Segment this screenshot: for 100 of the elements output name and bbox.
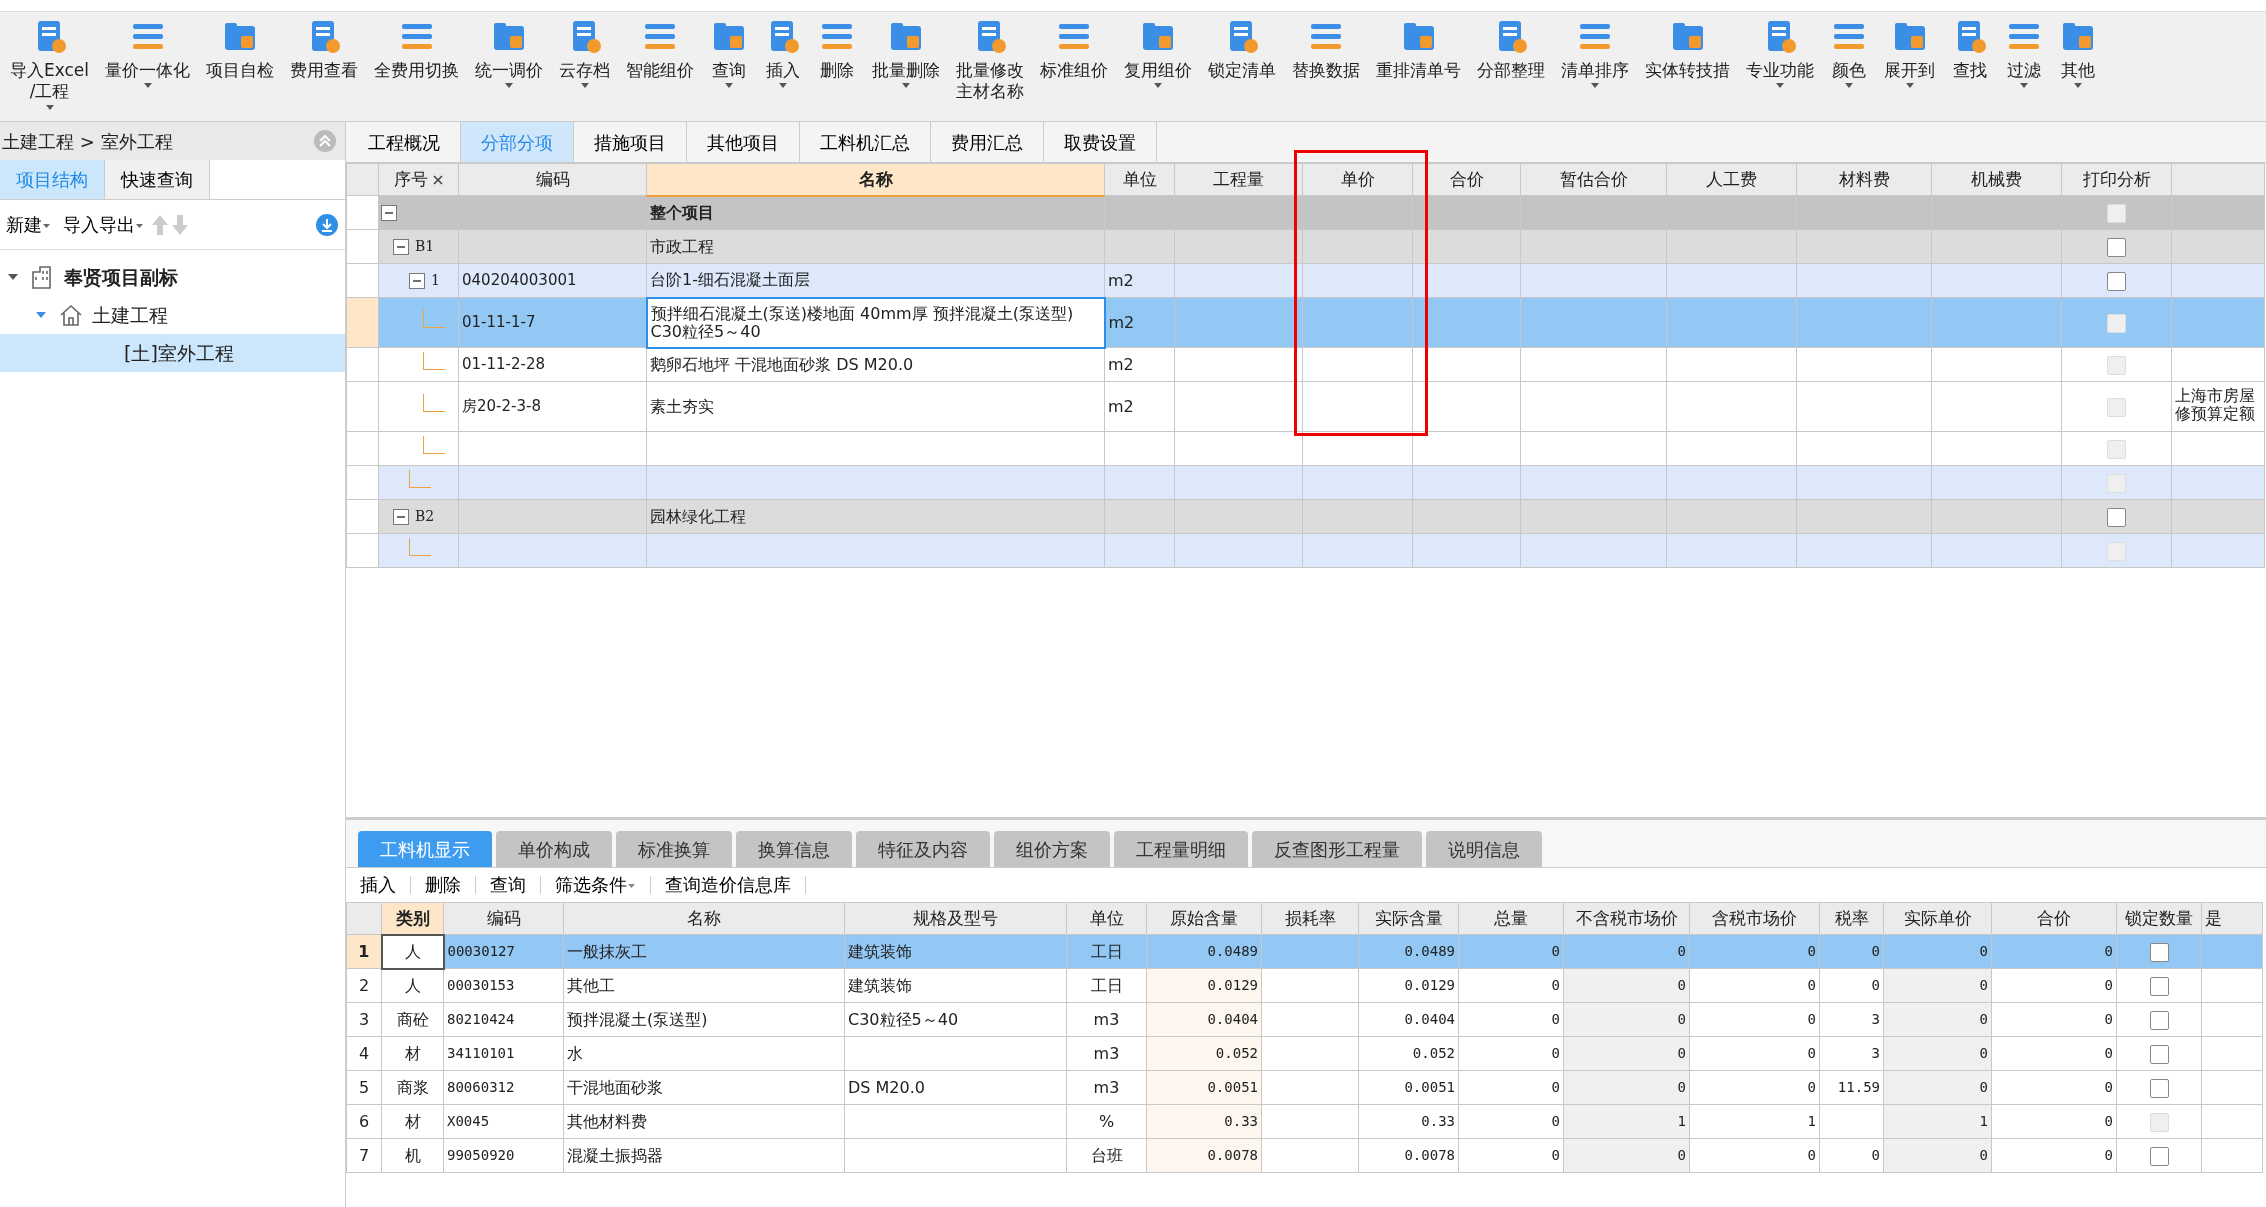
row-number: 2 <box>346 968 382 1003</box>
toolbar-button[interactable]: 全费用切换 <box>368 12 466 82</box>
table-cell: 人 <box>381 968 444 1003</box>
checkbox[interactable] <box>2149 1146 2169 1166</box>
toolbar-button[interactable]: 标准组价 <box>1034 12 1115 82</box>
toolbar-button[interactable]: 云存档 <box>553 12 617 90</box>
toolbar-button[interactable]: 重排清单号 <box>1370 12 1468 82</box>
row-number: 6 <box>346 1104 382 1139</box>
table-cell: 0.0051 <box>1358 1070 1459 1105</box>
column-header: 锁定数量 <box>2116 902 2202 935</box>
tree-item[interactable]: 土建工程 <box>0 296 345 334</box>
tab[interactable]: 单价构成 <box>496 831 612 867</box>
tab[interactable]: 反查图形工程量 <box>1252 831 1422 867</box>
toolbar-button[interactable]: 分部整理 <box>1471 12 1552 82</box>
checkbox[interactable] <box>2107 271 2126 291</box>
checkbox[interactable] <box>2149 1078 2169 1098</box>
table-row[interactable]: 2 人 00030153 其他工 建筑装饰 工日 0.0129 0.0129 0 0 0 0 0 0 <box>346 968 2263 1003</box>
table-cell: 3 <box>1819 1036 1884 1071</box>
table-cell: 干混地面砂浆 <box>563 1070 845 1105</box>
table-cell: 1 <box>1883 1104 1992 1139</box>
toolbar-button[interactable]: 删除 <box>812 12 863 82</box>
toolbar-button[interactable]: 智能组价 <box>620 12 701 82</box>
toolbar-button[interactable]: 查找 <box>1945 12 1996 82</box>
table-cell: 0.0129 <box>1358 968 1459 1003</box>
toolbar-button[interactable]: 批量修改 主材名称 <box>950 12 1031 103</box>
toolbar-button[interactable]: 专业功能 <box>1740 12 1821 90</box>
toolbar-button[interactable]: 导入导出 <box>57 211 150 238</box>
column-header: 实际含量 <box>1358 902 1459 935</box>
checkbox[interactable] <box>2149 942 2169 962</box>
tree-line <box>409 470 431 488</box>
table-cell: C30粒径5～40 <box>844 1002 1067 1037</box>
toolbar-button[interactable]: 查询 <box>476 876 541 894</box>
table-cell <box>1104 533 1175 568</box>
toolbar-button[interactable]: 展开到 <box>1878 12 1942 90</box>
toolbar-button[interactable]: 费用查看 <box>284 12 365 82</box>
checkbox[interactable] <box>2107 507 2126 527</box>
toolbar-button[interactable]: 项目自检 <box>200 12 281 82</box>
table-cell: 01-11-2-28 <box>458 347 647 382</box>
table-cell: 0 <box>1819 968 1884 1003</box>
column-header: 总量 <box>1458 902 1564 935</box>
tree-item[interactable]: 奉贤项目副标 <box>0 258 345 296</box>
toolbar-button[interactable]: 复用组价 <box>1118 12 1199 90</box>
toolbar-button[interactable]: 锁定清单 <box>1202 12 1283 82</box>
tab[interactable]: 组价方案 <box>994 831 1110 867</box>
table-row[interactable]: 4 材 34110101 水 m3 0.052 0.052 0 0 0 3 0 0 <box>346 1036 2263 1071</box>
table-cell: 040204003001 <box>458 263 647 298</box>
row-number: 5 <box>346 1070 382 1105</box>
checkbox[interactable] <box>2149 1010 2169 1030</box>
tab[interactable]: 说明信息 <box>1426 831 1542 867</box>
table-cell: 0 <box>1883 1138 1992 1173</box>
tab[interactable]: 换算信息 <box>736 831 852 867</box>
tree-item[interactable]: [土]室外工程 <box>0 334 345 372</box>
table-row[interactable]: B2 园林绿化工程 <box>346 499 2265 534</box>
table-row[interactable]: B1 市政工程 <box>346 229 2265 264</box>
table-cell: 0 <box>1991 1002 2117 1037</box>
toolbar-button[interactable]: 插入 <box>758 12 809 90</box>
table-cell: m2 <box>1104 381 1175 432</box>
caret-icon <box>724 81 735 90</box>
table-row[interactable]: 1 040204003001 台阶1-细石混凝土面层 m2 <box>346 263 2265 298</box>
table-row[interactable]: 1 人 00030127 一般抹灰工 建筑装饰 工日 0.0489 0.0489 0 0 0 0 0 0 <box>346 934 2263 969</box>
toolbar-button[interactable]: 删除 <box>411 876 476 894</box>
caret-icon <box>1775 81 1786 90</box>
collapse-icon <box>313 129 337 153</box>
tab[interactable]: 特征及内容 <box>856 831 990 867</box>
toolbar-button[interactable]: 插入 <box>346 876 411 894</box>
toolbar-button[interactable]: 批量删除 <box>866 12 947 90</box>
tree-line <box>409 538 431 556</box>
tab[interactable]: 工程量明细 <box>1114 831 1248 867</box>
checkbox[interactable] <box>2107 237 2126 257</box>
table-cell: m3 <box>1066 1002 1147 1037</box>
toolbar-button[interactable]: 清单排序 <box>1555 12 1636 90</box>
caret-icon <box>627 883 636 889</box>
table-row[interactable]: 5 商浆 80060312 干混地面砂浆 DS M20.0 m3 0.0051 0.0051 0 0 0 11.59 0 0 <box>346 1070 2263 1105</box>
column-header: 名称 <box>563 902 845 935</box>
toolbar-button[interactable]: 查询 <box>704 12 755 90</box>
table-cell: 市政工程 <box>646 229 1105 264</box>
row-number: 4 <box>346 1036 382 1071</box>
toolbar-button[interactable]: 替换数据 <box>1286 12 1367 82</box>
table-row[interactable]: 3 商砼 80210424 预拌混凝土(泵送型) C30粒径5～40 m3 0.0404 0.0404 0 0 0 3 0 0 <box>346 1002 2263 1037</box>
toolbar-button[interactable]: 查询造价信息库 <box>651 876 806 894</box>
table-row[interactable]: 7 机 99050920 混凝土振捣器 台班 0.0078 0.0078 0 0 0 0 0 0 <box>346 1138 2263 1173</box>
table-cell: 0 <box>1458 1002 1564 1037</box>
toolbar-button[interactable]: 颜色 <box>1824 12 1875 90</box>
column-header: 工程量 <box>1174 163 1303 196</box>
sidebar-tab[interactable]: 快速查询 <box>105 160 210 199</box>
table-cell: 0.33 <box>1146 1104 1262 1139</box>
checkbox[interactable] <box>2149 1044 2169 1064</box>
toolbar-button[interactable]: 量价一体化 <box>99 12 197 90</box>
toolbar-button[interactable]: 实体转技措 <box>1639 12 1737 82</box>
toolbar-button[interactable]: 筛选条件 <box>541 876 651 894</box>
table-cell: 0 <box>1563 1070 1690 1105</box>
toolbar-button[interactable]: 新建 <box>0 211 57 238</box>
toolbar-button[interactable]: 其他 <box>2053 12 2104 90</box>
toolbar-button[interactable]: 导入Excel /工程 <box>4 12 96 111</box>
toolbar-button[interactable]: 过滤 <box>1999 12 2050 90</box>
toolbar-button[interactable]: 统一调价 <box>469 12 550 90</box>
tab[interactable]: 标准换算 <box>616 831 732 867</box>
table-cell: 0 <box>1689 968 1820 1003</box>
checkbox[interactable] <box>2149 976 2169 996</box>
column-header: 单价 <box>1302 163 1413 196</box>
